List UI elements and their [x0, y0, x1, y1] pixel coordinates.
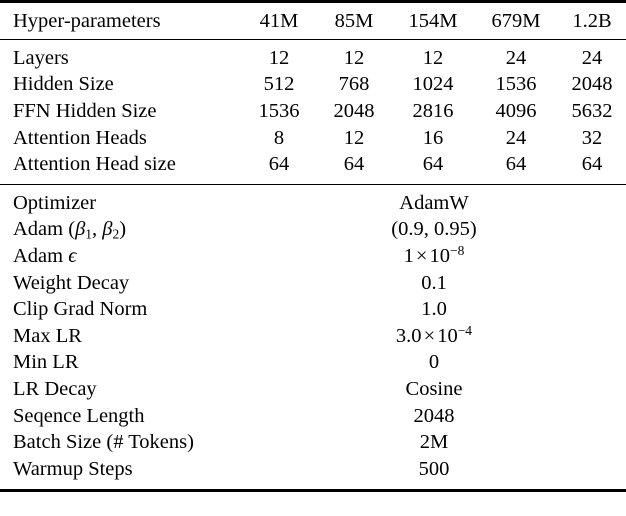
- table-header-row: Hyper-parameters 41M 85M 154M 679M 1.2B: [0, 3, 626, 40]
- table-row: Clip Grad Norm 1.0: [0, 296, 626, 323]
- row-label-clip-grad-norm: Clip Grad Norm: [13, 298, 148, 321]
- header-col-154m: 154M: [408, 9, 458, 32]
- table-row: Weight Decay 0.1: [0, 270, 626, 297]
- cell-attention-heads-679m: 24: [505, 126, 527, 149]
- cell-layers-679m: 24: [505, 46, 527, 69]
- adam-betas-suffix: ): [119, 218, 127, 241]
- cell-adam-epsilon-value: 1×10−8: [242, 243, 626, 270]
- cell-attention-heads-154m: 16: [422, 126, 444, 149]
- cell-layers-41m: 12: [268, 46, 290, 69]
- header-col-679m: 679M: [491, 9, 541, 32]
- header-col-85m: 85M: [334, 9, 374, 32]
- adam-betas-prefix: Adam (: [13, 218, 76, 241]
- table-row: Min LR 0: [0, 350, 626, 377]
- cell-attention-head-size-1-2b: 64: [581, 153, 603, 176]
- max-lr-exponent: −4: [457, 322, 473, 338]
- table-row: Adam ϵ 1×10−8: [0, 243, 626, 270]
- row-label-batch-size: Batch Size (# Tokens): [13, 431, 194, 454]
- table-row: Layers 12 12 12 24 24: [0, 45, 626, 72]
- row-label-layers: Layers: [13, 46, 69, 69]
- bottom-rule: [0, 488, 626, 493]
- cell-ffn-hidden-size-41m: 1536: [258, 99, 300, 122]
- row-label-lr-decay: LR Decay: [13, 377, 97, 400]
- cell-attention-head-size-41m: 64: [268, 153, 290, 176]
- table-row: Seqence Length 2048: [0, 403, 626, 430]
- header-col-1-2b: 1.2B: [572, 9, 612, 32]
- row-label-hidden-size: Hidden Size: [13, 73, 114, 96]
- beta-2-symbol: β: [102, 218, 113, 241]
- hyperparameters-table: Hyper-parameters 41M 85M 154M 679M 1.2B …: [0, 0, 626, 493]
- hyperparameters-table-container: Hyper-parameters 41M 85M 154M 679M 1.2B …: [0, 0, 626, 516]
- cell-hidden-size-679m: 1536: [495, 73, 537, 96]
- train-block-bottom-spacer: [0, 483, 626, 491]
- cell-attention-head-size-85m: 64: [343, 153, 365, 176]
- eps-base: 10: [429, 244, 451, 267]
- cell-layers-154m: 12: [422, 46, 444, 69]
- row-label-max-lr: Max LR: [13, 324, 82, 347]
- table-row: Warmup Steps 500: [0, 456, 626, 483]
- table-row: Hidden Size 512 768 1024 1536 2048: [0, 72, 626, 99]
- table-row: FFN Hidden Size 1536 2048 2816 4096 5632: [0, 98, 626, 125]
- cell-lr-decay-value: Cosine: [405, 377, 463, 400]
- multiplication-sign-icon: ×: [415, 244, 428, 267]
- cell-attention-heads-85m: 12: [343, 126, 365, 149]
- eps-exponent: −8: [450, 242, 465, 258]
- row-label-warmup-steps: Warmup Steps: [13, 457, 133, 480]
- cell-min-lr-value: 0: [428, 351, 440, 374]
- beta-1-symbol: β: [75, 218, 86, 241]
- cell-ffn-hidden-size-1-2b: 5632: [571, 99, 613, 122]
- adam-eps-prefix: Adam: [13, 244, 69, 267]
- row-label-weight-decay: Weight Decay: [13, 271, 130, 294]
- cell-hidden-size-1-2b: 2048: [571, 73, 613, 96]
- cell-attention-heads-41m: 8: [273, 126, 285, 149]
- cell-optimizer-value: AdamW: [399, 191, 469, 214]
- row-label-optimizer: Optimizer: [13, 191, 97, 214]
- cell-hidden-size-85m: 768: [338, 73, 370, 96]
- cell-hidden-size-154m: 1024: [412, 73, 454, 96]
- table-row: Batch Size (# Tokens) 2M: [0, 429, 626, 456]
- cell-layers-1-2b: 24: [581, 46, 603, 69]
- cell-clip-grad-norm-value: 1.0: [421, 298, 447, 321]
- max-lr-base: 10: [437, 324, 458, 347]
- table-row: Max LR 3.0×10−4: [0, 323, 626, 350]
- cell-ffn-hidden-size-679m: 4096: [495, 99, 537, 122]
- row-label-adam-betas: Adam (β1, β2): [0, 217, 242, 244]
- cell-weight-decay-value: 0.1: [421, 271, 447, 294]
- cell-layers-85m: 12: [343, 46, 365, 69]
- cell-attention-head-size-679m: 64: [505, 153, 527, 176]
- cell-batch-size-value: 2M: [419, 431, 449, 454]
- max-lr-mantissa: 3.0: [395, 324, 422, 347]
- table-row: Optimizer AdamW: [0, 190, 626, 217]
- cell-ffn-hidden-size-154m: 2816: [412, 99, 454, 122]
- cell-attention-heads-1-2b: 32: [581, 126, 603, 149]
- cell-ffn-hidden-size-85m: 2048: [333, 99, 375, 122]
- row-label-attention-head-size: Attention Head size: [13, 153, 176, 176]
- table-row: Attention Heads 8 12 16 24 32: [0, 125, 626, 152]
- table-row: Attention Head size 64 64 64 64 64: [0, 151, 626, 178]
- header-label-hyperparameters: Hyper-parameters: [13, 9, 161, 32]
- row-label-attention-heads: Attention Heads: [13, 126, 147, 149]
- epsilon-symbol: ϵ: [68, 244, 77, 267]
- row-label-adam-epsilon: Adam ϵ: [0, 243, 242, 270]
- multiplication-sign-icon: ×: [423, 324, 436, 347]
- adam-betas-comma: ,: [92, 218, 103, 241]
- table-row: Adam (β1, β2) (0.9, 0.95): [0, 217, 626, 244]
- row-label-ffn-hidden-size: FFN Hidden Size: [13, 99, 157, 122]
- cell-attention-head-size-154m: 64: [422, 153, 444, 176]
- cell-max-lr-value: 3.0×10−4: [242, 323, 626, 350]
- eps-mantissa: 1: [403, 244, 414, 267]
- cell-hidden-size-41m: 512: [263, 73, 295, 96]
- row-label-sequence-length: Seqence Length: [13, 404, 145, 427]
- header-col-41m: 41M: [259, 9, 299, 32]
- table-row: LR Decay Cosine: [0, 376, 626, 403]
- row-label-min-lr: Min LR: [13, 351, 79, 374]
- cell-adam-betas-value: (0.9, 0.95): [391, 218, 477, 241]
- cell-sequence-length-value: 2048: [413, 404, 455, 427]
- cell-warmup-steps-value: 500: [418, 457, 450, 480]
